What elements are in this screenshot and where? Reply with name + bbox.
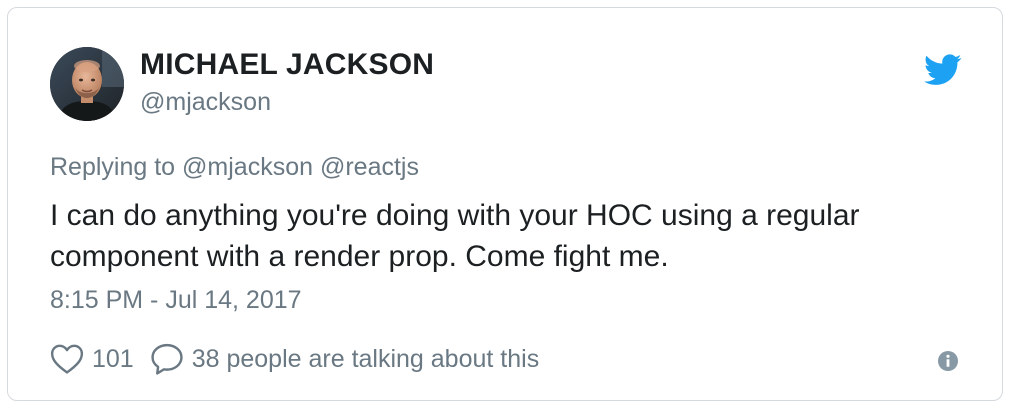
tweet-card: MICHAEL JACKSON @mjackson Replying to @m…: [7, 7, 1003, 401]
tweet-text-line-1: I can do anything you're doing with your…: [50, 199, 860, 232]
reply-mention-mjackson[interactable]: @mjackson: [182, 153, 313, 181]
avatar-photo: [50, 47, 124, 121]
conversation-link[interactable]: 38 people are talking about this: [150, 342, 539, 376]
reply-prefix: Replying to: [50, 153, 176, 181]
avatar[interactable]: [50, 47, 124, 121]
tweet-text-line-2: component with a render prop. Come fight…: [50, 240, 669, 273]
twitter-bird-icon[interactable]: [924, 54, 962, 86]
reply-mention-reactjs[interactable]: @reactjs: [320, 153, 419, 181]
speech-bubble-icon: [151, 343, 183, 375]
tweet-actions: 101 38 people are talking about this: [50, 341, 539, 377]
reply-context: Replying to @mjackson @reactjs: [50, 153, 419, 182]
tweet-timestamp[interactable]: 8:15 PM - Jul 14, 2017: [50, 286, 302, 315]
author-name[interactable]: MICHAEL JACKSON: [140, 48, 434, 82]
heart-icon: [50, 344, 84, 374]
author-handle[interactable]: @mjackson: [140, 88, 271, 117]
info-icon[interactable]: [937, 350, 959, 372]
like-button[interactable]: 101: [50, 343, 134, 375]
conversation-text: 38 people are talking about this: [191, 344, 540, 373]
like-count: 101: [92, 344, 134, 373]
tweet-text: I can do anything you're doing with your…: [50, 195, 950, 277]
